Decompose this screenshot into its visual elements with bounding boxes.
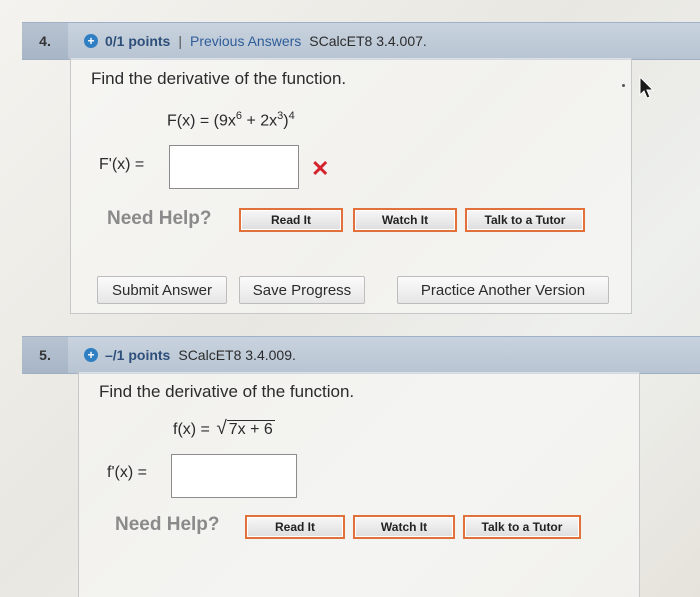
- question-5-header: 5. + –/1 points SCalcET8 3.4.009.: [22, 336, 700, 374]
- question-prompt: Find the derivative of the function.: [99, 382, 355, 401]
- read-it-button[interactable]: Read It: [239, 208, 343, 232]
- question-number: 5.: [22, 337, 68, 373]
- need-help-label: Need Help?: [107, 208, 212, 229]
- sqrt-symbol: √: [216, 418, 227, 439]
- plus-circle-icon[interactable]: +: [84, 34, 98, 48]
- previous-answers-link[interactable]: Previous Answers: [190, 33, 301, 49]
- plus-circle-icon[interactable]: +: [84, 348, 98, 362]
- watch-it-button[interactable]: Watch It: [353, 208, 457, 232]
- question-4-body: Find the derivative of the function. F(x…: [70, 58, 632, 314]
- separator: |: [178, 33, 182, 49]
- points-label: –/1 points: [105, 347, 171, 363]
- talk-to-tutor-button[interactable]: Talk to a Tutor: [463, 515, 581, 539]
- question-prompt: Find the derivative of the function.: [91, 69, 347, 88]
- radicand: 7x + 6: [226, 420, 275, 438]
- practice-another-version-button[interactable]: Practice Another Version: [397, 276, 609, 304]
- answer-label: F'(x) =: [99, 156, 145, 173]
- question-4-header: 4. + 0/1 points | Previous Answers SCalc…: [22, 22, 700, 60]
- answer-label: f'(x) =: [107, 464, 147, 481]
- function-formula: F(x) = (9x6 + 2x3)4: [167, 110, 295, 130]
- need-help-label: Need Help?: [115, 514, 220, 535]
- question-code: SCalcET8 3.4.007.: [309, 33, 427, 49]
- save-progress-button[interactable]: Save Progress: [239, 276, 365, 304]
- talk-to-tutor-button[interactable]: Talk to a Tutor: [465, 208, 585, 232]
- mouse-pointer-icon: [638, 75, 656, 105]
- function-formula: f(x) = √ 7x + 6: [173, 418, 275, 439]
- question-number: 4.: [22, 23, 68, 59]
- question-code: SCalcET8 3.4.009.: [178, 347, 296, 363]
- submit-answer-button[interactable]: Submit Answer: [97, 276, 227, 304]
- answer-input[interactable]: [169, 145, 299, 189]
- watch-it-button[interactable]: Watch It: [353, 515, 455, 539]
- stray-dot: [622, 84, 625, 87]
- x-mark-icon: ✕: [311, 156, 330, 181]
- read-it-button[interactable]: Read It: [245, 515, 345, 539]
- answer-input[interactable]: [171, 454, 297, 498]
- points-label: 0/1 points: [105, 33, 171, 49]
- question-5-body: Find the derivative of the function. f(x…: [78, 372, 640, 597]
